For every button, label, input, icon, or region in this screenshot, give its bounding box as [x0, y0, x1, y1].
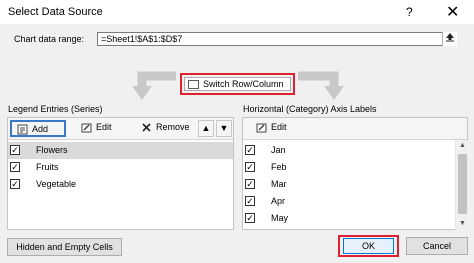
- remove-label: Remove: [156, 122, 190, 132]
- edit-series-button[interactable]: Edit: [76, 120, 131, 137]
- checkbox[interactable]: ✓: [245, 145, 255, 155]
- add-icon: [17, 124, 28, 135]
- list-item-label: Feb: [271, 162, 287, 172]
- list-item[interactable]: ✓ Apr: [243, 193, 467, 210]
- list-item-label: Jan: [271, 145, 286, 155]
- checkbox[interactable]: ✓: [245, 179, 255, 189]
- edit-icon: [256, 123, 267, 133]
- ok-highlight: OK: [338, 235, 399, 257]
- remove-icon: [142, 123, 151, 132]
- list-item-label: May: [271, 213, 289, 223]
- list-item-label: Flowers: [36, 145, 68, 155]
- axis-toolbar: Edit: [243, 118, 467, 140]
- list-item[interactable]: ✓ Vegetable: [8, 176, 233, 193]
- checkbox[interactable]: ✓: [10, 162, 20, 172]
- legend-toolbar: Add Edit Remove ▲ ▼: [8, 118, 233, 140]
- edit-icon: [81, 123, 92, 133]
- legend-entries-title: Legend Entries (Series): [8, 104, 103, 114]
- ok-button[interactable]: OK: [343, 238, 394, 254]
- switch-row-column-button[interactable]: Switch Row/Column: [184, 77, 291, 91]
- edit-label: Edit: [96, 122, 112, 132]
- add-series-button[interactable]: Add: [10, 120, 66, 137]
- axis-labels-title: Horizontal (Category) Axis Labels: [243, 104, 377, 114]
- move-down-button[interactable]: ▼: [216, 120, 232, 137]
- checkbox[interactable]: ✓: [245, 213, 255, 223]
- edit-label: Edit: [271, 122, 287, 132]
- list-item[interactable]: ✓ Feb: [243, 159, 467, 176]
- scroll-up-icon[interactable]: ▲: [456, 140, 469, 152]
- legend-entries-panel: Add Edit Remove ▲ ▼ ✓ Flowers ✓ Fruits ✓…: [7, 117, 234, 230]
- move-up-button[interactable]: ▲: [198, 120, 214, 137]
- checkbox[interactable]: ✓: [10, 179, 20, 189]
- list-item-label: Mar: [271, 179, 287, 189]
- list-item-label: Vegetable: [36, 179, 77, 189]
- vertical-scrollbar[interactable]: ▲ ▼: [455, 140, 468, 230]
- scroll-down-icon[interactable]: ▼: [456, 218, 469, 230]
- cancel-button[interactable]: Cancel: [406, 237, 468, 255]
- checkbox[interactable]: ✓: [245, 196, 255, 206]
- list-item[interactable]: ✓ Flowers: [8, 142, 233, 159]
- list-item-label: Apr: [271, 196, 286, 206]
- axis-labels-panel: Edit ✓ Jan ✓ Feb ✓ Mar ✓ Apr ✓ May ▲ ▼: [242, 117, 468, 230]
- scroll-thumb[interactable]: [458, 154, 467, 214]
- list-item[interactable]: ✓ May: [243, 210, 467, 227]
- remove-series-button[interactable]: Remove: [136, 120, 196, 137]
- hidden-empty-cells-button[interactable]: Hidden and Empty Cells: [7, 238, 122, 256]
- list-item[interactable]: ✓ Fruits: [8, 159, 233, 176]
- add-label: Add: [32, 124, 49, 134]
- edit-axis-labels-button[interactable]: Edit: [251, 120, 295, 137]
- list-item[interactable]: ✓ Mar: [243, 176, 467, 193]
- switch-row-column-icon: [188, 80, 199, 89]
- switch-highlight: Switch Row/Column: [180, 73, 295, 95]
- list-item[interactable]: ✓ Jan: [243, 142, 467, 159]
- checkbox[interactable]: ✓: [10, 145, 20, 155]
- list-item-label: Fruits: [36, 162, 59, 172]
- checkbox[interactable]: ✓: [245, 162, 255, 172]
- switch-label: Switch Row/Column: [203, 79, 284, 89]
